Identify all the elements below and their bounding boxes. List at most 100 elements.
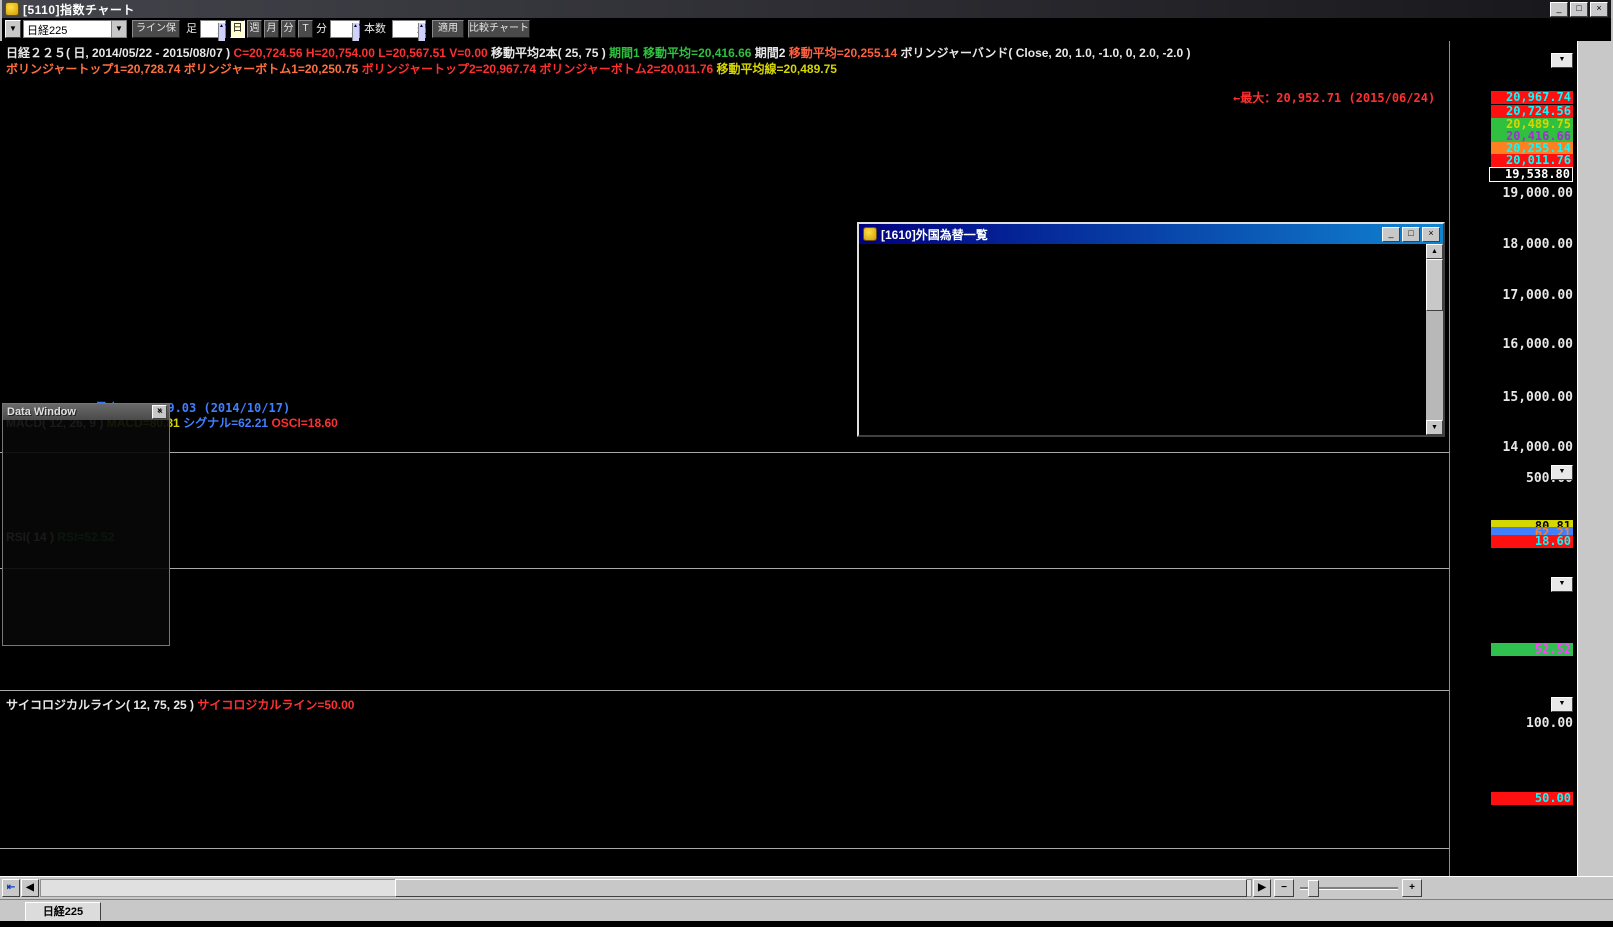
header-text: 移動平均2本( 25, 75 ) bbox=[488, 46, 609, 60]
period-button-1[interactable]: 日 bbox=[230, 20, 245, 38]
period-button-3[interactable]: 月 bbox=[264, 20, 279, 38]
spinner-icon[interactable]: ▲▼ bbox=[352, 23, 359, 41]
axis-tick-label: 16,000.00 bbox=[1487, 337, 1573, 352]
forex-window-titlebar[interactable]: [1610]外国為替一覧 _ □ × bbox=[859, 224, 1443, 244]
scroll-right-button[interactable]: ▶ bbox=[1253, 879, 1271, 897]
pane-separator[interactable] bbox=[0, 690, 1577, 691]
pane-dropdown-button-3[interactable]: ▼ bbox=[1551, 577, 1573, 592]
zoom-slider[interactable] bbox=[1300, 879, 1398, 897]
axis-tick-label: 17,000.00 bbox=[1487, 288, 1573, 303]
title-bar: [5110]指数チャート _ □ × bbox=[0, 0, 1613, 18]
main-toolbar: ▼ 日経225 ▼ ライン保存 足 1▲▼ 分 1▲▼ 本数 300▲▼ 適用 … bbox=[0, 18, 1613, 41]
app-icon bbox=[5, 2, 19, 16]
minimize-button[interactable]: _ bbox=[1382, 227, 1400, 242]
scrollbar-thumb[interactable] bbox=[1426, 259, 1443, 311]
period-button-5[interactable]: T bbox=[298, 20, 313, 38]
app-icon bbox=[863, 227, 877, 241]
close-button[interactable]: × bbox=[1422, 227, 1440, 242]
data-window-titlebar[interactable]: Data Window × bbox=[3, 404, 169, 420]
bar-label: 足 bbox=[186, 20, 197, 38]
price-value-chip: 18.60 bbox=[1491, 535, 1573, 548]
pane-dropdown-button-4[interactable]: ▼ bbox=[1551, 697, 1573, 712]
bottom-strip bbox=[0, 921, 1613, 927]
chart-header-line2: ボリンジャートップ1=20,728.74 ボリンジャーボトム1=20,250.7… bbox=[6, 60, 837, 77]
header-text: 移動平均=20,255.14 bbox=[785, 46, 897, 60]
slider-knob[interactable] bbox=[1308, 880, 1319, 897]
symbol-list-dropdown-button[interactable]: ▼ bbox=[5, 20, 21, 38]
close-icon[interactable]: × bbox=[152, 405, 167, 419]
compare-chart-button[interactable]: 比較チャート bbox=[468, 20, 530, 38]
apply-button[interactable]: 適用 bbox=[432, 20, 464, 38]
symbol-combobox[interactable]: 日経225 ▼ bbox=[23, 20, 127, 38]
header-text: C=20,724.56 H=20,754.00 L=20,567.51 V=0.… bbox=[233, 46, 487, 60]
axis-tick-label: 100.00 bbox=[1487, 716, 1573, 731]
forex-window-title: [1610]外国為替一覧 bbox=[881, 226, 988, 243]
header-text: 日経２２５( 日, 2014/05/22 - 2015/08/07 ) bbox=[6, 46, 233, 60]
header-text: ボリンジャートップ1=20,728.74 ボリンジャーボトム1=20,250.7… bbox=[6, 62, 362, 76]
header-text: サイコロジカルライン=50.00 bbox=[197, 698, 354, 712]
scroll-down-icon[interactable]: ▼ bbox=[1426, 420, 1443, 435]
price-value-chip: 50.00 bbox=[1491, 792, 1573, 805]
header-text: 期間1 移動平均=20,416.66 bbox=[609, 46, 751, 60]
period-button-4[interactable]: 分 bbox=[281, 20, 296, 38]
chart-tab-nikkei225[interactable]: 日経225 bbox=[25, 902, 101, 921]
save-lines-button[interactable]: ライン保存 bbox=[132, 20, 180, 38]
spinner-icon[interactable]: ▲▼ bbox=[218, 23, 225, 41]
scroll-left-button[interactable]: ◀ bbox=[21, 879, 39, 897]
axis-tick-label: 19,000.00 bbox=[1487, 186, 1573, 201]
count-label: 本数 bbox=[364, 20, 386, 38]
max-price-annotation: ←最大：20,952.71 (2015/06/24) bbox=[1233, 89, 1435, 106]
header-text: 移動平均線=20,489.75 bbox=[713, 62, 837, 76]
zoom-in-button[interactable]: + bbox=[1402, 879, 1422, 897]
status-bar: 日経225 bbox=[0, 899, 1613, 921]
minimize-button[interactable]: _ bbox=[1550, 2, 1568, 17]
count-input[interactable]: 300▲▼ bbox=[392, 20, 426, 38]
period-button-2[interactable]: 週 bbox=[247, 20, 262, 38]
minute-label: 分 bbox=[316, 20, 327, 38]
scrollbar-thumb[interactable] bbox=[395, 879, 1247, 897]
header-text: OSCI=18.60 bbox=[268, 416, 338, 430]
price-chart-canvas[interactable] bbox=[0, 41, 1449, 876]
header-text: サイコロジカルライン( 12, 75, 25 ) bbox=[6, 698, 197, 712]
minute-input[interactable]: 1▲▼ bbox=[330, 20, 360, 38]
spinner-icon[interactable]: ▲▼ bbox=[418, 23, 425, 41]
price-value-chip: 20,724.56 bbox=[1491, 105, 1573, 118]
chart-region: 日経２２５( 日, 2014/05/22 - 2015/08/07 ) C=20… bbox=[0, 41, 1613, 876]
chevron-down-icon[interactable]: ▼ bbox=[111, 21, 126, 37]
scroll-to-start-button[interactable]: ⇤ bbox=[2, 879, 20, 897]
price-scale[interactable]: 19,000.00 18,000.00 17,000.00 16,000.00 15,0… bbox=[1449, 41, 1577, 876]
close-button[interactable]: × bbox=[1590, 2, 1608, 17]
header-text: シグナル=62.21 bbox=[180, 416, 268, 430]
axis-tick-label: 15,000.00 bbox=[1487, 390, 1573, 405]
symbol-value: 日経225 bbox=[27, 23, 67, 41]
pane-separator[interactable] bbox=[0, 452, 1577, 453]
chart-header-line1: 日経２２５( 日, 2014/05/22 - 2015/08/07 ) C=20… bbox=[6, 44, 1191, 61]
pane-dropdown-button-1[interactable]: ▼ bbox=[1551, 53, 1573, 68]
price-value-chip: 19,538.80 bbox=[1489, 167, 1573, 182]
forex-table bbox=[859, 244, 1426, 435]
maximize-button[interactable]: □ bbox=[1402, 227, 1420, 242]
bar-count-input[interactable]: 1▲▼ bbox=[200, 20, 226, 38]
data-window-panel[interactable]: Data Window × bbox=[2, 403, 170, 646]
axis-tick-label: 18,000.00 bbox=[1487, 237, 1573, 252]
psych-pane-header: サイコロジカルライン( 12, 75, 25 ) サイコロジカルライン=50.0… bbox=[6, 696, 354, 713]
pane-separator[interactable] bbox=[0, 848, 1577, 849]
axis-tick-label: 14,000.00 bbox=[1487, 440, 1573, 455]
header-text: ボリンジャーバンド( Close, 20, 1.0, -1.0, 0, 2.0,… bbox=[897, 46, 1190, 60]
price-value-chip: 52.52 bbox=[1491, 643, 1573, 656]
window-title: [5110]指数チャート bbox=[23, 1, 135, 18]
price-value-chip: 20,967.74 bbox=[1491, 91, 1573, 104]
header-text: ボリンジャートップ2=20,967.74 ボリンジャーボトム2=20,011.7… bbox=[362, 62, 714, 76]
horizontal-scroll-row: ⇤ ◀ ▶ − + bbox=[0, 876, 1613, 899]
maximize-button[interactable]: □ bbox=[1570, 2, 1588, 17]
header-text: 期間2 bbox=[751, 46, 785, 60]
scroll-up-icon[interactable]: ▲ bbox=[1426, 244, 1443, 259]
pane-separator[interactable] bbox=[0, 568, 1577, 569]
forex-scrollbar[interactable]: ▲ ▼ bbox=[1426, 244, 1443, 435]
forex-rates-window[interactable]: [1610]外国為替一覧 _ □ × ▲ ▼ bbox=[857, 222, 1445, 437]
drawing-toolbar bbox=[1577, 41, 1613, 876]
zoom-out-button[interactable]: − bbox=[1274, 879, 1294, 897]
price-value-chip: 20,011.76 bbox=[1491, 154, 1573, 167]
pane-dropdown-button-2[interactable]: ▼ bbox=[1551, 465, 1573, 480]
application-window: [5110]指数チャート _ □ × ▼ 日経225 ▼ ライン保存 足 1▲▼… bbox=[0, 0, 1613, 927]
